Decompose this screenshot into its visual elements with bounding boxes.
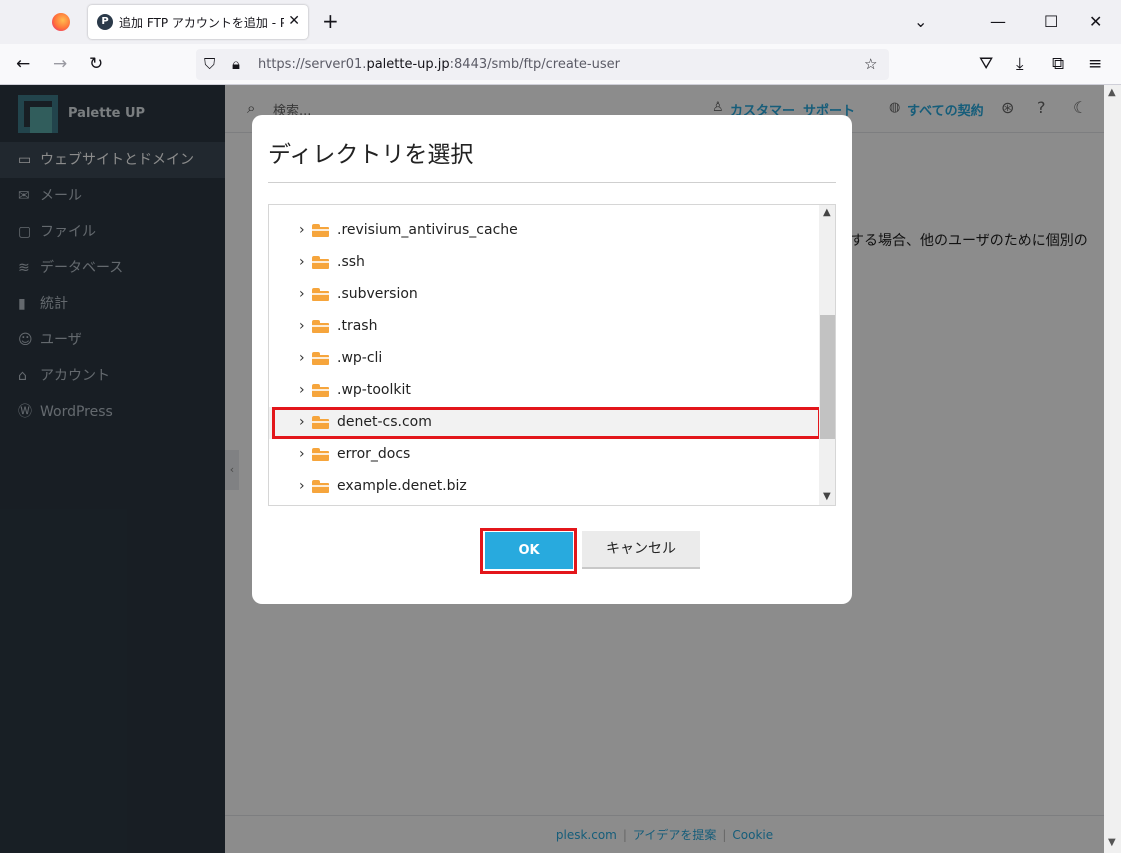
scroll-up-arrow-icon[interactable]: ▲ (1108, 87, 1116, 98)
forward-icon[interactable]: → (53, 54, 67, 74)
folder-icon (312, 288, 329, 301)
tree-row-label: .ssh (337, 254, 365, 270)
maximize-icon[interactable]: ☐ (1044, 12, 1058, 31)
tree-row-label: .wp-cli (337, 350, 383, 366)
tree-row-label: .revisium_antivirus_cache (337, 222, 518, 238)
minimize-icon[interactable]: — (990, 12, 1006, 31)
shield-icon[interactable]: ⛉ (204, 55, 215, 73)
scrollbar-thumb[interactable] (820, 315, 835, 439)
tab-title: 追加 FTP アカウントを追加 - Palette (119, 16, 284, 30)
ok-button[interactable]: OK (485, 532, 573, 569)
url-prefix: https://server01. (258, 57, 367, 72)
extensions-icon[interactable]: ⧉ (1052, 54, 1064, 74)
tree-row-label: example.denet.biz (337, 478, 467, 494)
dialog-title: ディレクトリを選択 (268, 142, 474, 168)
tree-row[interactable]: › error_docs (269, 439, 819, 471)
pocket-icon[interactable]: ⛛ (979, 54, 993, 74)
folder-icon (312, 480, 329, 493)
cancel-button[interactable]: キャンセル (582, 531, 700, 569)
tab-close-icon[interactable]: ✕ (288, 13, 300, 29)
chevron-right-icon[interactable]: › (299, 222, 305, 238)
reload-icon[interactable]: ↻ (89, 54, 103, 74)
folder-icon (312, 256, 329, 269)
chevron-right-icon[interactable]: › (299, 446, 305, 462)
back-icon[interactable]: ← (16, 54, 30, 74)
lock-icon[interactable]: 🔒︎ (232, 55, 240, 73)
tree-row[interactable]: › example.denet.biz (269, 471, 819, 503)
menu-icon[interactable]: ≡ (1088, 54, 1102, 74)
folder-icon (312, 224, 329, 237)
chevron-right-icon[interactable]: › (299, 318, 305, 334)
browser-nav-bar: ← → ↻ ⛉ 🔒︎ https://server01.palette-up.j… (0, 44, 1121, 85)
chevron-right-icon[interactable]: › (299, 254, 305, 270)
tree-row[interactable]: › .subversion (269, 279, 819, 311)
select-directory-dialog: ディレクトリを選択 › .revisium_antivirus_cache › .s… (252, 115, 852, 604)
divider (268, 182, 836, 183)
folder-icon (312, 320, 329, 333)
tree-row[interactable]: › .wp-cli (269, 343, 819, 375)
tree-row-label: .wp-toolkit (337, 382, 411, 398)
tab-favicon-icon: P (97, 14, 113, 30)
chevron-right-icon[interactable]: › (299, 286, 305, 302)
folder-icon (312, 448, 329, 461)
tab-list-chevron-icon[interactable]: ⌄ (914, 12, 927, 31)
tree-scrollbar[interactable]: ▲ ▼ (819, 205, 835, 505)
bookmark-star-icon[interactable]: ☆ (864, 55, 877, 73)
tree-row[interactable]: › .revisium_antivirus_cache (269, 215, 819, 247)
scroll-up-arrow-icon[interactable]: ▲ (823, 207, 831, 218)
url-path: :8443/smb/ftp/create-user (449, 57, 620, 72)
tree-row[interactable]: › .wp-toolkit (269, 375, 819, 407)
scroll-down-arrow-icon[interactable]: ▼ (1108, 837, 1116, 848)
url-bar[interactable]: ⛉ 🔒︎ https://server01.palette-up.jp:8443… (196, 49, 889, 80)
url-text[interactable]: https://server01.palette-up.jp:8443/smb/… (258, 57, 620, 72)
download-icon[interactable]: ⤓ (1016, 54, 1024, 74)
tree-row[interactable]: › .trash (269, 311, 819, 343)
chevron-right-icon[interactable]: › (299, 478, 305, 494)
tree-row[interactable]: › .ssh (269, 247, 819, 279)
tree-row-label: error_docs (337, 446, 411, 462)
directory-tree: › .revisium_antivirus_cache › .ssh › .subve… (268, 204, 836, 506)
browser-tab[interactable]: P 追加 FTP アカウントを追加 - Palette ✕ (88, 5, 308, 39)
tree-row-label: .subversion (337, 286, 418, 302)
new-tab-icon[interactable]: + (322, 11, 339, 31)
close-window-icon[interactable]: ✕ (1089, 12, 1102, 31)
firefox-icon[interactable] (52, 13, 70, 31)
scroll-down-arrow-icon[interactable]: ▼ (823, 491, 831, 502)
chevron-right-icon[interactable]: › (299, 382, 305, 398)
folder-icon (312, 384, 329, 397)
chevron-right-icon[interactable]: › (299, 350, 305, 366)
url-host: palette-up.jp (366, 57, 450, 72)
folder-icon (312, 352, 329, 365)
tree-row-label: .trash (337, 318, 378, 334)
browser-tab-bar: P 追加 FTP アカウントを追加 - Palette ✕ + ⌄ — ☐ ✕ (0, 0, 1121, 44)
page-scrollbar[interactable]: ▲ ▼ (1104, 85, 1121, 853)
selected-row-highlight (272, 407, 821, 439)
